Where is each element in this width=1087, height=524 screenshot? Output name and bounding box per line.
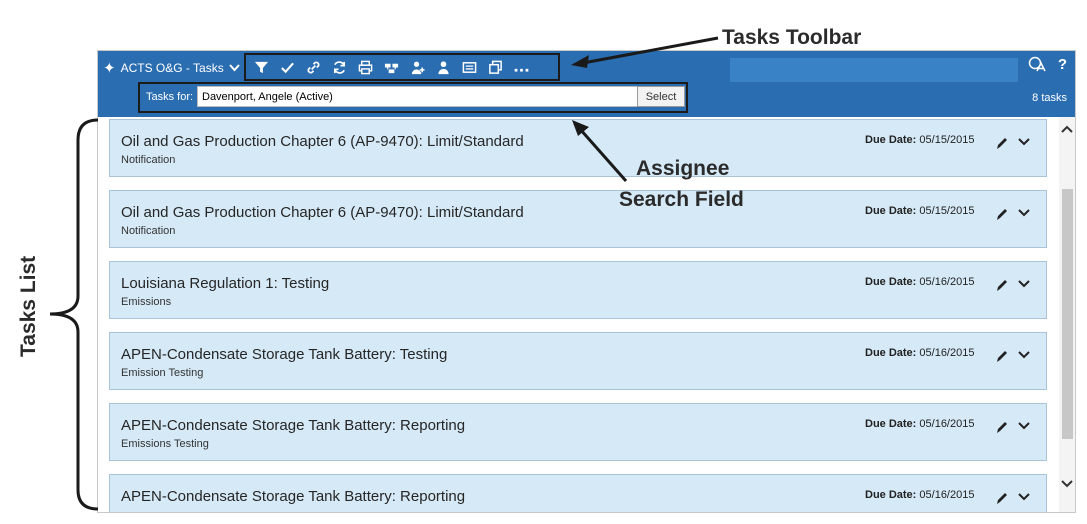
annotation-search-field: Search Field	[619, 188, 744, 211]
toolbar-arrow	[582, 36, 719, 65]
assignee-arrowhead	[572, 120, 589, 136]
toolbar-arrowhead	[571, 55, 589, 68]
annotation-tasks-list: Tasks List	[17, 255, 40, 357]
assignee-arrow	[578, 128, 628, 182]
annotation-tasks-toolbar: Tasks Toolbar	[722, 26, 862, 49]
annotation-overlay	[49, 36, 719, 511]
annotation-assignee: Assignee	[636, 157, 730, 180]
tasks-list-brace	[49, 118, 99, 511]
